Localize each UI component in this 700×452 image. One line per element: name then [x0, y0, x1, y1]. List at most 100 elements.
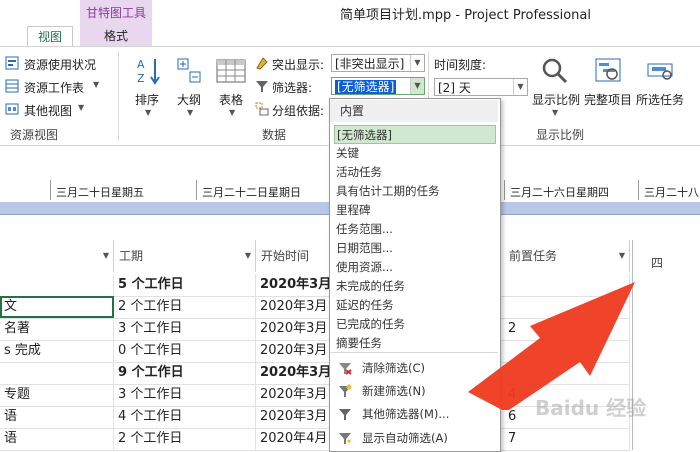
filter-menu-item[interactable]: 使用资源...	[334, 258, 496, 277]
table-cell-name[interactable]: s 完成	[0, 340, 114, 362]
filter-menu-item[interactable]: 日期范围...	[334, 239, 496, 258]
filter-icon	[338, 407, 352, 421]
resource-sheet-icon	[5, 79, 19, 93]
new-filter-icon	[338, 384, 352, 398]
table-cell-duration[interactable]: 0 个工作日	[114, 340, 256, 362]
table-cell-duration[interactable]: 2 个工作日	[114, 296, 256, 318]
table-cell-duration[interactable]: 5 个工作日	[114, 274, 256, 296]
table-cell-duration[interactable]: 2 个工作日	[114, 428, 256, 450]
selected-tasks-icon	[646, 56, 676, 86]
table-cell-duration[interactable]: 9 个工作日	[114, 362, 256, 384]
tables-icon	[215, 56, 247, 86]
command-label: 显示自动筛选(A)	[362, 431, 448, 445]
resource-views-group-label: 资源视图	[10, 128, 59, 142]
column-header-predecessors[interactable]: 前置任务 ▼	[504, 240, 630, 272]
table-cell-name[interactable]	[0, 274, 114, 296]
other-views-icon	[5, 102, 19, 116]
timescale-tick: 三月二十二日星期日	[202, 186, 301, 199]
filter-menu-item[interactable]: 关键	[334, 144, 496, 163]
timescale-tick: 三月二十八日星	[644, 186, 700, 199]
column-header-label: 开始时间	[261, 249, 310, 263]
zoom-button[interactable]: 显示比例	[532, 91, 580, 108]
highlight-label: 突出显示:	[272, 58, 325, 72]
filter-menu-item[interactable]: 任务范围...	[334, 220, 496, 239]
filter-menu-item[interactable]: 具有估计工期的任务	[334, 182, 496, 201]
timescale-tick: 三月二十日星期五	[56, 186, 144, 199]
chevron-down-icon: ▼	[410, 55, 424, 71]
timescale-divider	[196, 180, 197, 200]
timescale-select-value: [2] 天	[438, 81, 471, 95]
command-label: 清除筛选(C)	[362, 361, 426, 375]
chevron-down-icon: ▼	[229, 108, 236, 117]
table-cell-name[interactable]: 语	[0, 406, 114, 428]
timescale-divider	[504, 180, 505, 200]
table-cell-duration[interactable]: 4 个工作日	[114, 406, 256, 428]
other-views-button[interactable]: 其他视图	[24, 102, 72, 119]
selected-tasks-button[interactable]: 所选任务	[636, 91, 684, 108]
gantt-tools-label: 甘特图工具	[85, 6, 146, 20]
menu-section-header: 内置	[330, 100, 498, 122]
filter-menu-item[interactable]: 活动任务	[334, 163, 496, 182]
group-separator	[118, 52, 119, 140]
column-header-name[interactable]: ▼	[0, 240, 114, 272]
group-by-label[interactable]: 分组依据:	[272, 102, 324, 119]
table-cell-name[interactable]: 文	[0, 296, 114, 318]
chevron-down-icon: ▼	[410, 78, 424, 94]
tab-format[interactable]: 格式	[80, 26, 152, 46]
command-label: 新建筛选(N)	[362, 384, 426, 398]
chevron-down-icon: ▼	[102, 251, 109, 260]
chart-header-day: 四	[651, 256, 664, 270]
timescale-label: 时间刻度:	[434, 58, 487, 72]
table-cell-duration[interactable]: 3 个工作日	[114, 384, 256, 406]
column-header-duration[interactable]: 工期 ▼	[114, 240, 256, 272]
sort-icon: AZ	[136, 56, 162, 86]
zoom-group-label: 显示比例	[536, 128, 585, 142]
chevron-down-icon: ▼	[513, 79, 527, 95]
annotation-arrow	[468, 282, 635, 410]
timescale-divider	[50, 180, 51, 200]
timescale-tick: 三月二十六日星期四	[510, 186, 609, 199]
chevron-down-icon: ▼	[244, 251, 251, 260]
baidu-watermark: Baidu 经验	[535, 396, 647, 420]
filter-menu-item[interactable]: [无筛选器]	[334, 125, 496, 144]
table-cell-duration[interactable]: 3 个工作日	[114, 318, 256, 340]
timescale-divider	[638, 180, 639, 200]
svg-text:Z: Z	[137, 72, 145, 85]
table-cell-name[interactable]: 语	[0, 428, 114, 450]
clear-filter-icon	[338, 361, 352, 375]
command-label: 其他筛选器(M)...	[362, 407, 450, 421]
outline-button[interactable]: 大纲	[177, 91, 201, 108]
highlight-select[interactable]: [非突出显示] ▼	[331, 54, 425, 72]
entire-project-icon	[594, 56, 624, 86]
table-row[interactable]: 语2 个工作日 2020年4月 7	[0, 428, 630, 451]
table-cell-name[interactable]	[0, 362, 114, 384]
column-header-label: 前置任务	[509, 249, 558, 263]
timescale-select[interactable]: [2] 天 ▼	[434, 78, 528, 96]
chevron-down-icon: ▼	[187, 108, 194, 117]
filter-select-value: [无筛选器]	[335, 80, 397, 94]
outline-icon	[175, 56, 205, 86]
group-by-icon	[255, 102, 269, 116]
sort-button[interactable]: 排序	[135, 91, 159, 108]
table-cell-pred[interactable]: 7	[504, 428, 630, 450]
resource-usage-icon	[5, 56, 19, 70]
filter-menu-item[interactable]: 里程碑	[334, 201, 496, 220]
resource-sheet-button[interactable]: 资源工作表	[24, 79, 84, 96]
entire-project-button[interactable]: 完整项目	[584, 91, 632, 108]
tab-view[interactable]: 视图	[27, 26, 73, 47]
chevron-down-icon: ▼	[145, 108, 152, 117]
highlight-icon	[255, 56, 269, 70]
tables-button[interactable]: 表格	[219, 91, 243, 108]
table-cell-name[interactable]: 专题	[0, 384, 114, 406]
column-header-label: 工期	[119, 249, 144, 263]
chevron-down-icon: ▼	[78, 103, 85, 112]
autofilter-icon	[338, 431, 352, 445]
window-title: 简单项目计划.mpp - Project Professional	[340, 8, 591, 23]
zoom-icon	[540, 56, 570, 86]
resource-usage-button[interactable]: 资源使用状况	[24, 56, 96, 73]
table-cell-name[interactable]: 名著	[0, 318, 114, 340]
data-group-label: 数据	[262, 128, 287, 142]
filter-select[interactable]: [无筛选器] ▼	[331, 77, 425, 95]
chevron-down-icon: ▼	[552, 108, 559, 117]
show-autofilter-command[interactable]: 显示自动筛选(A)	[334, 428, 496, 448]
